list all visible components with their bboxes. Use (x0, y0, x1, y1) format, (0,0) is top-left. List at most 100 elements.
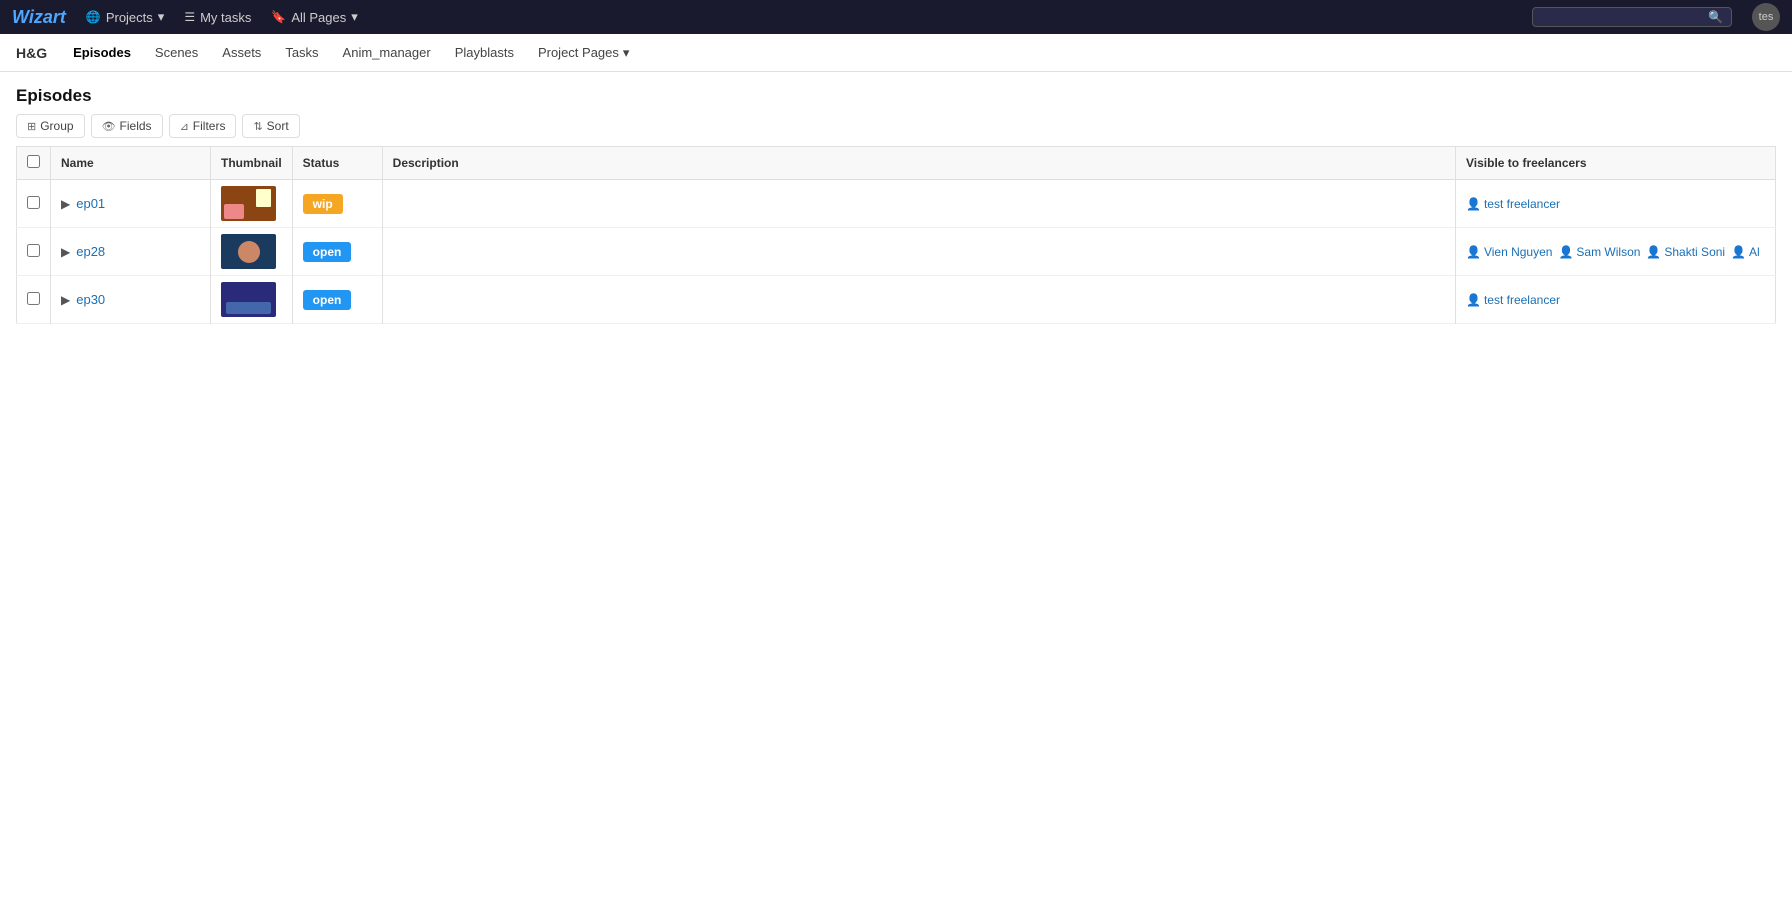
freelancer-name: test freelancer (1484, 197, 1560, 211)
person-icon: 👤 (1646, 245, 1661, 259)
row-status-cell: open (292, 228, 382, 276)
row-thumbnail-cell (211, 276, 293, 324)
table-row: ▶ ep30 open 👤 test freelancer (17, 276, 1776, 324)
row-freelancers-cell: 👤 Vien Nguyen 👤 Sam Wilson 👤 Shakti Soni… (1456, 228, 1776, 276)
header-status: Status (292, 147, 382, 180)
freelancer-link[interactable]: 👤 Al (1731, 245, 1760, 259)
person-icon: 👤 (1558, 245, 1573, 259)
nav-playblasts[interactable]: Playblasts (445, 39, 524, 66)
episode-link[interactable]: ep01 (76, 196, 105, 211)
episodes-table-container: Name Thumbnail Status Description Visibl… (0, 146, 1792, 324)
globe-icon: 🌐 (86, 10, 101, 24)
table-row: ▶ ep01 wip 👤 test freelancer (17, 180, 1776, 228)
row-name-cell: ▶ ep01 (51, 180, 211, 228)
person-icon: 👤 (1466, 245, 1481, 259)
person-icon: 👤 (1731, 245, 1746, 259)
page-header: Episodes (0, 72, 1792, 114)
search-bar: 🔍 (1532, 7, 1732, 27)
group-icon: ⊞ (27, 120, 36, 133)
expand-icon[interactable]: ▶ (61, 293, 70, 307)
row-thumbnail-cell (211, 228, 293, 276)
all-pages-dropdown-icon: ▾ (351, 9, 358, 25)
row-checkbox-cell (17, 276, 51, 324)
filter-icon: ⊿ (180, 120, 189, 133)
freelancers-list: 👤 Vien Nguyen 👤 Sam Wilson 👤 Shakti Soni… (1466, 245, 1765, 259)
episodes-table: Name Thumbnail Status Description Visibl… (16, 146, 1776, 324)
search-input[interactable] (1541, 10, 1708, 24)
nav-tasks[interactable]: Tasks (275, 39, 328, 66)
freelancer-link[interactable]: 👤 test freelancer (1466, 197, 1560, 211)
fields-icon: 👁 (102, 120, 116, 133)
nav-anim-manager[interactable]: Anim_manager (333, 39, 441, 66)
row-status-cell: wip (292, 180, 382, 228)
user-avatar[interactable]: tes (1752, 3, 1780, 31)
projects-nav-item[interactable]: 🌐 Projects ▾ (86, 9, 164, 25)
header-description: Description (382, 147, 1455, 180)
logo-w: W (12, 7, 29, 27)
table-row: ▶ ep28 open 👤 Vien Nguyen 👤 Sam Wilson 👤… (17, 228, 1776, 276)
all-pages-nav-item[interactable]: 🔖 All Pages ▾ (271, 9, 357, 25)
row-name-cell: ▶ ep30 (51, 276, 211, 324)
top-navigation: Wizart 🌐 Projects ▾ ☰ My tasks 🔖 All Pag… (0, 0, 1792, 34)
bookmark-icon: 🔖 (271, 10, 286, 24)
person-icon: 👤 (1466, 293, 1481, 307)
table-header-row: Name Thumbnail Status Description Visibl… (17, 147, 1776, 180)
my-tasks-nav-item[interactable]: ☰ My tasks (184, 10, 251, 25)
row-description-cell (382, 180, 1455, 228)
sort-button[interactable]: ⇅ Sort (242, 114, 299, 138)
header-name: Name (51, 147, 211, 180)
freelancers-list: 👤 test freelancer (1466, 293, 1765, 307)
freelancer-name: Shakti Soni (1664, 245, 1725, 259)
status-badge: wip (303, 194, 343, 214)
row-description-cell (382, 228, 1455, 276)
row-freelancers-cell: 👤 test freelancer (1456, 180, 1776, 228)
nav-episodes[interactable]: Episodes (63, 39, 141, 66)
logo-text: izart (29, 7, 66, 27)
header-visible-freelancers: Visible to freelancers (1456, 147, 1776, 180)
project-pages-dropdown-icon: ▾ (623, 45, 630, 61)
group-button[interactable]: ⊞ Group (16, 114, 85, 138)
freelancer-link[interactable]: 👤 Shakti Soni (1646, 245, 1725, 259)
page-title: Episodes (16, 86, 92, 106)
nav-assets[interactable]: Assets (212, 39, 271, 66)
expand-icon[interactable]: ▶ (61, 245, 70, 259)
freelancer-name: test freelancer (1484, 293, 1560, 307)
select-all-checkbox[interactable] (27, 155, 40, 168)
projects-dropdown-icon: ▾ (158, 9, 165, 25)
nav-scenes[interactable]: Scenes (145, 39, 208, 66)
person-icon: 👤 (1466, 197, 1481, 211)
freelancers-list: 👤 test freelancer (1466, 197, 1765, 211)
project-label: H&G (16, 45, 47, 61)
freelancer-name: Sam Wilson (1576, 245, 1640, 259)
row-status-cell: open (292, 276, 382, 324)
episode-link[interactable]: ep28 (76, 244, 105, 259)
expand-icon[interactable]: ▶ (61, 197, 70, 211)
row-checkbox-2[interactable] (27, 292, 40, 305)
freelancer-link[interactable]: 👤 Vien Nguyen (1466, 245, 1552, 259)
freelancer-link[interactable]: 👤 Sam Wilson (1558, 245, 1640, 259)
row-checkbox-cell (17, 180, 51, 228)
freelancer-link[interactable]: 👤 test freelancer (1466, 293, 1560, 307)
row-freelancers-cell: 👤 test freelancer (1456, 276, 1776, 324)
row-checkbox-cell (17, 228, 51, 276)
secondary-navigation: H&G Episodes Scenes Assets Tasks Anim_ma… (0, 34, 1792, 72)
status-badge: open (303, 242, 352, 262)
fields-button[interactable]: 👁 Fields (91, 114, 163, 138)
sort-icon: ⇅ (253, 120, 262, 133)
filters-button[interactable]: ⊿ Filters (169, 114, 237, 138)
search-icon: 🔍 (1708, 10, 1723, 24)
freelancer-name: Vien Nguyen (1484, 245, 1553, 259)
list-icon: ☰ (184, 10, 195, 24)
app-logo[interactable]: Wizart (12, 7, 66, 28)
row-checkbox-1[interactable] (27, 244, 40, 257)
row-thumbnail-cell (211, 180, 293, 228)
header-checkbox-cell (17, 147, 51, 180)
header-thumbnail: Thumbnail (211, 147, 293, 180)
toolbar: ⊞ Group 👁 Fields ⊿ Filters ⇅ Sort (0, 114, 1792, 146)
nav-project-pages[interactable]: Project Pages ▾ (528, 39, 639, 67)
episode-link[interactable]: ep30 (76, 292, 105, 307)
row-description-cell (382, 276, 1455, 324)
row-checkbox-0[interactable] (27, 196, 40, 209)
row-name-cell: ▶ ep28 (51, 228, 211, 276)
status-badge: open (303, 290, 352, 310)
